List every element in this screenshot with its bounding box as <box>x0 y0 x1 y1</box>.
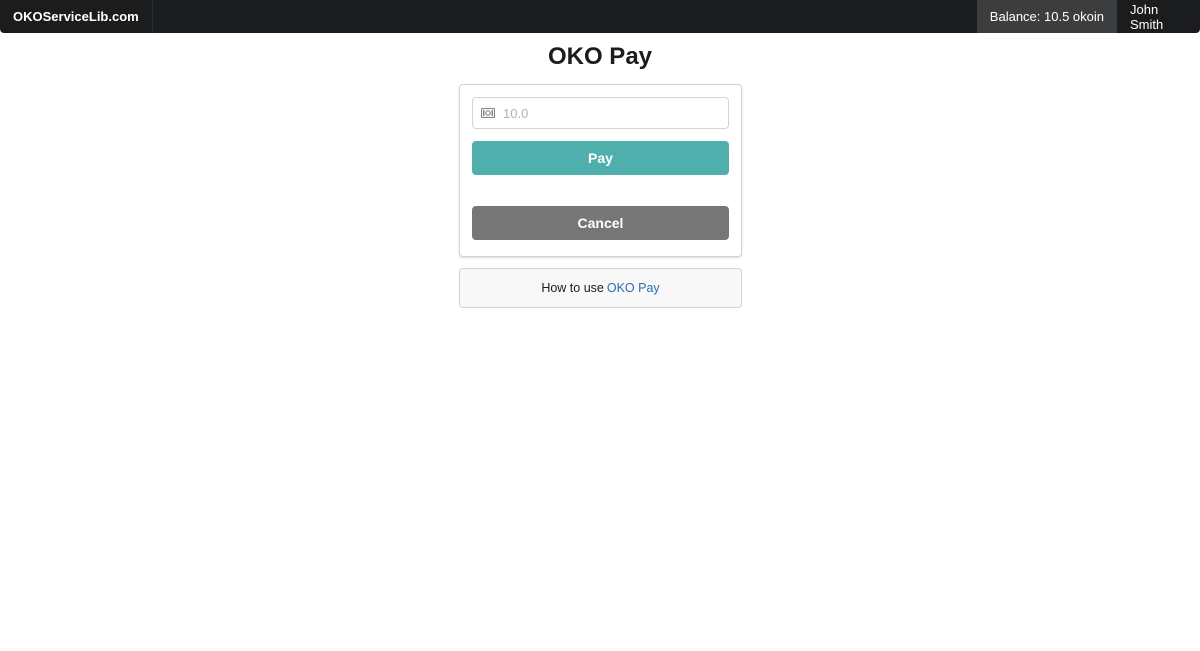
top-navbar: OKOServiceLib.com Balance: 10.5 okoin Jo… <box>0 0 1200 33</box>
amount-input[interactable] <box>503 99 723 127</box>
navbar-spacer <box>153 0 977 33</box>
help-text: How to use <box>541 281 604 295</box>
amount-field[interactable] <box>472 97 729 129</box>
brand-link[interactable]: OKOServiceLib.com <box>0 0 153 33</box>
help-link[interactable]: OKO Pay <box>607 281 660 295</box>
page-title: OKO Pay <box>547 43 653 70</box>
money-icon <box>473 98 503 128</box>
balance-display: Balance: 10.5 okoin <box>976 0 1117 33</box>
user-menu[interactable]: John Smith <box>1117 0 1200 33</box>
cancel-button[interactable]: Cancel <box>472 206 729 240</box>
pay-button[interactable]: Pay <box>472 141 729 175</box>
help-box: How to use OKO Pay <box>459 268 742 308</box>
payment-card: Pay Cancel <box>459 84 742 257</box>
